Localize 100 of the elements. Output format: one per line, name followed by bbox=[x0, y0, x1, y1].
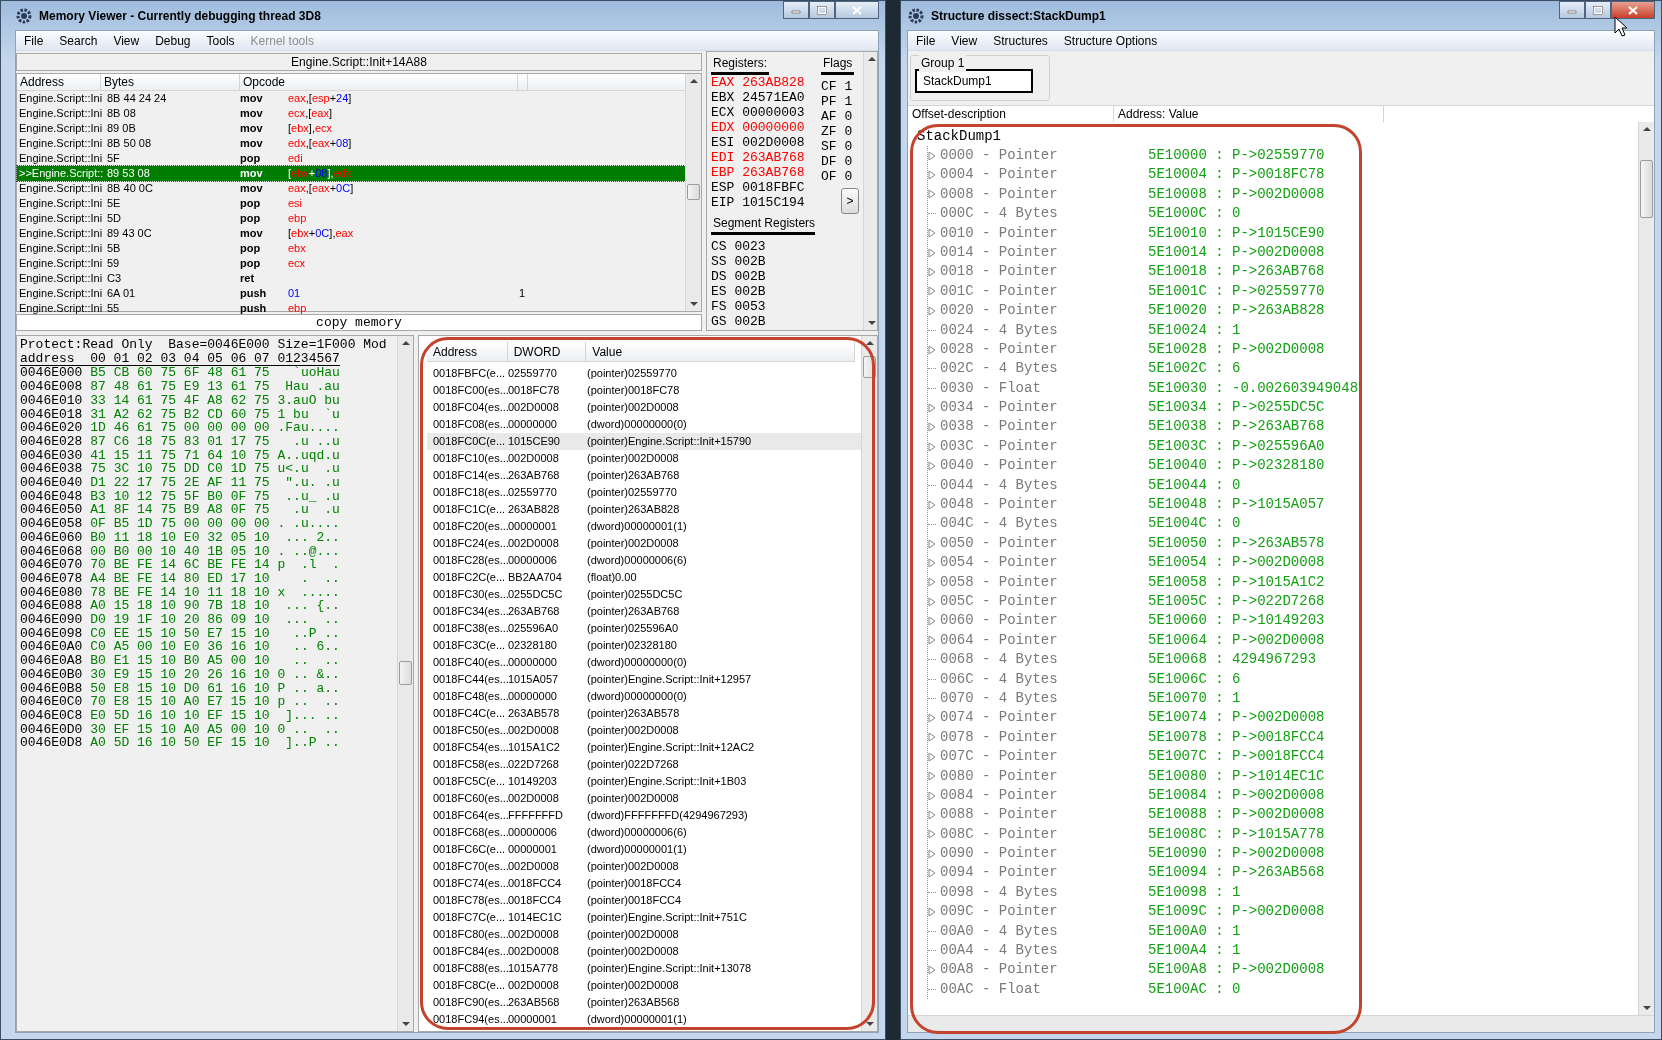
stack-row[interactable]: 0018FC44(es...1015A057 (pointer)Engine.Script::Init+12957 bbox=[427, 671, 861, 688]
offset-description[interactable]: 0040 - Pointer bbox=[940, 456, 1148, 476]
stack-row[interactable]: 0018FC38(es...025596A0 (pointer)025596A0 bbox=[427, 620, 861, 637]
minimize-button[interactable] bbox=[783, 1, 809, 19]
column-header[interactable]: Value bbox=[586, 342, 855, 361]
offset-description[interactable]: 0044 - 4 Bytes bbox=[940, 475, 1148, 496]
expand-icon[interactable] bbox=[928, 751, 936, 762]
stack-row[interactable]: 0018FC8C(e... 002D0008 (pointer)002D0008 bbox=[427, 977, 861, 994]
offset-description[interactable]: 0054 - Pointer bbox=[940, 553, 1148, 573]
expand-icon[interactable] bbox=[928, 557, 936, 568]
stack-row[interactable]: 0018FC4C(e... 263AB578 (pointer)263AB578 bbox=[427, 705, 861, 722]
menu-item[interactable]: Tools bbox=[198, 31, 243, 50]
code-row[interactable]: Engine.Script::Ini 89 43 0C mov [ebx+0C],eax bbox=[17, 226, 685, 241]
stack-row[interactable]: 0018FC48(es...00000000 (dword)00000000(0) bbox=[427, 688, 861, 705]
expand-icon[interactable] bbox=[928, 616, 936, 627]
register-value[interactable]: ECX 00000003 bbox=[711, 105, 821, 120]
expand-icon[interactable] bbox=[928, 790, 936, 801]
register-value[interactable]: ESI 002D0008 bbox=[711, 135, 821, 150]
menu-item[interactable]: File bbox=[16, 31, 52, 50]
minimize-button[interactable] bbox=[1559, 1, 1585, 19]
stack-row[interactable]: 0018FC74(es...0018FCC4 (pointer)0018FCC4 bbox=[427, 875, 861, 892]
offset-description[interactable]: 0068 - 4 Bytes bbox=[940, 650, 1148, 670]
offset-description[interactable]: 007C - Pointer bbox=[940, 747, 1148, 767]
column-header[interactable]: Address bbox=[427, 342, 508, 361]
menu-item[interactable]: View bbox=[105, 31, 148, 50]
code-row[interactable]: Engine.Script::Ini 8B 08 mov ecx,[eax] bbox=[17, 106, 685, 121]
maximize-button[interactable] bbox=[1585, 1, 1611, 19]
offset-description[interactable]: 0028 - Pointer bbox=[940, 339, 1148, 360]
expand-icon[interactable] bbox=[928, 247, 936, 258]
expand-icon[interactable] bbox=[928, 422, 936, 433]
expand-icon[interactable] bbox=[928, 441, 936, 452]
stack-row[interactable]: 0018FC88(es...1015A778 (pointer)Engine.Script::Init+13078 bbox=[427, 960, 861, 977]
offset-description[interactable]: 0050 - Pointer bbox=[940, 533, 1148, 554]
expand-icon[interactable] bbox=[928, 267, 936, 278]
horizontal-scrollbar[interactable] bbox=[908, 1015, 1654, 1032]
expand-icon[interactable] bbox=[928, 965, 936, 976]
expand-icon[interactable] bbox=[928, 868, 936, 879]
register-value[interactable]: FS 0053 bbox=[711, 299, 859, 314]
stack-row[interactable]: 0018FC20(es...00000001 (dword)00000001(1) bbox=[427, 518, 861, 535]
offset-description[interactable]: 005C - Pointer bbox=[940, 592, 1148, 612]
code-row[interactable]: Engine.Script::Ini 8B 40 0C mov eax,[eax+0C] bbox=[17, 181, 685, 196]
offset-description[interactable]: 008C - Pointer bbox=[940, 824, 1148, 845]
stack-row[interactable]: 0018FC04(es...002D0008 (pointer)002D0008 bbox=[427, 399, 861, 416]
offset-description[interactable]: 004C - 4 Bytes bbox=[940, 514, 1148, 534]
stack-row[interactable]: 0018FC68(es...00000006 (dword)00000006(6) bbox=[427, 824, 861, 841]
stack-row[interactable]: 0018FC00(es...0018FC78 (pointer)0018FC78 bbox=[427, 382, 861, 399]
expand-icon[interactable] bbox=[928, 189, 936, 200]
offset-description[interactable]: 009C - Pointer bbox=[940, 902, 1148, 922]
scrollbar[interactable] bbox=[1638, 122, 1654, 1015]
expand-icon[interactable] bbox=[928, 344, 936, 355]
expand-icon[interactable] bbox=[928, 150, 936, 161]
offset-description[interactable]: 000C - 4 Bytes bbox=[940, 204, 1148, 224]
register-value[interactable]: DS 002B bbox=[711, 269, 859, 284]
register-value[interactable]: GS 002B bbox=[711, 314, 859, 329]
offset-description[interactable]: 0038 - Pointer bbox=[940, 417, 1148, 437]
stack-row[interactable]: 0018FC2C(e... BB2AA704 (float)0.00 bbox=[427, 569, 861, 586]
offset-description[interactable]: 0058 - Pointer bbox=[940, 572, 1148, 592]
offset-description[interactable]: 0084 - Pointer bbox=[940, 785, 1148, 806]
offset-description[interactable]: 0088 - Pointer bbox=[940, 805, 1148, 825]
menu-item[interactable]: Structures bbox=[985, 31, 1056, 50]
stack-row[interactable]: 0018FC84(es...002D0008 (pointer)002D0008 bbox=[427, 943, 861, 960]
offset-description[interactable]: 0064 - Pointer bbox=[940, 630, 1148, 651]
expand-icon[interactable] bbox=[928, 170, 936, 181]
offset-description[interactable]: 002C - 4 Bytes bbox=[940, 359, 1148, 379]
offset-description[interactable]: 0070 - 4 Bytes bbox=[940, 688, 1148, 709]
flag-value[interactable]: OF 0 bbox=[821, 169, 859, 184]
expand-icon[interactable] bbox=[928, 848, 936, 859]
flag-value[interactable]: PF 1 bbox=[821, 94, 859, 109]
stack-row[interactable]: 0018FC5C(e... 10149203 (pointer)Engine.Script::Init+1B03 bbox=[427, 773, 861, 790]
expand-icon[interactable] bbox=[928, 596, 936, 607]
stack-row[interactable]: 0018FC64(es...FFFFFFFD (dword)FFFFFFFD(4294967293) bbox=[427, 807, 861, 824]
flag-value[interactable]: CF 1 bbox=[821, 79, 859, 94]
offset-description[interactable]: 0090 - Pointer bbox=[940, 844, 1148, 864]
stack-row[interactable]: 0018FBFC(e... 02559770 (pointer)02559770 bbox=[427, 365, 861, 382]
stack-row[interactable]: 0018FC94(es...00000001 (dword)00000001(1) bbox=[427, 1011, 861, 1028]
stack-row[interactable]: 0018FC54(es...1015A1C2 (pointer)Engine.Script::Init+12AC2 bbox=[427, 739, 861, 756]
offset-description[interactable]: 0080 - Pointer bbox=[940, 766, 1148, 786]
menu-item[interactable]: File bbox=[908, 31, 944, 50]
code-row[interactable]: Engine.Script::Ini 59 pop ecx bbox=[17, 256, 685, 271]
stack-row[interactable]: 0018FC0C(e... 1015CE90 (pointer)Engine.Script::Init+15790 bbox=[427, 433, 861, 450]
tree-root[interactable]: StackDump1 bbox=[917, 127, 1638, 146]
stack-row[interactable]: 0018FC40(es...00000000 (dword)00000000(0) bbox=[427, 654, 861, 671]
code-row[interactable]: Engine.Script::Ini 55 push ebp bbox=[17, 301, 685, 316]
offset-description[interactable]: 0004 - Pointer bbox=[940, 165, 1148, 185]
stack-row[interactable]: 0018FC3C(e... 02328180 (pointer)02328180 bbox=[427, 637, 861, 654]
flag-value[interactable]: ZF 0 bbox=[821, 124, 859, 139]
stack-row[interactable]: 0018FC7C(e... 1014EC1C (pointer)Engine.Script::Init+751C bbox=[427, 909, 861, 926]
expand-button[interactable]: > bbox=[841, 188, 859, 214]
offset-description[interactable]: 00AC - Float bbox=[940, 979, 1148, 1000]
register-value[interactable]: EIP 1015C194 bbox=[711, 195, 821, 210]
code-row[interactable]: Engine.Script::Ini 8B 44 24 24 mov eax,[esp+24] bbox=[17, 91, 685, 106]
expand-icon[interactable] bbox=[928, 732, 936, 743]
column-header[interactable]: Address bbox=[17, 74, 101, 90]
offset-description[interactable]: 003C - Pointer bbox=[940, 436, 1148, 457]
stack-row[interactable]: 0018FC28(es...00000006 (dword)00000006(6) bbox=[427, 552, 861, 569]
column-header[interactable]: Opcode bbox=[240, 74, 518, 90]
expand-icon[interactable] bbox=[928, 771, 936, 782]
menu-item[interactable]: Debug bbox=[147, 31, 199, 50]
expand-icon[interactable] bbox=[928, 635, 936, 646]
expand-icon[interactable] bbox=[928, 228, 936, 239]
